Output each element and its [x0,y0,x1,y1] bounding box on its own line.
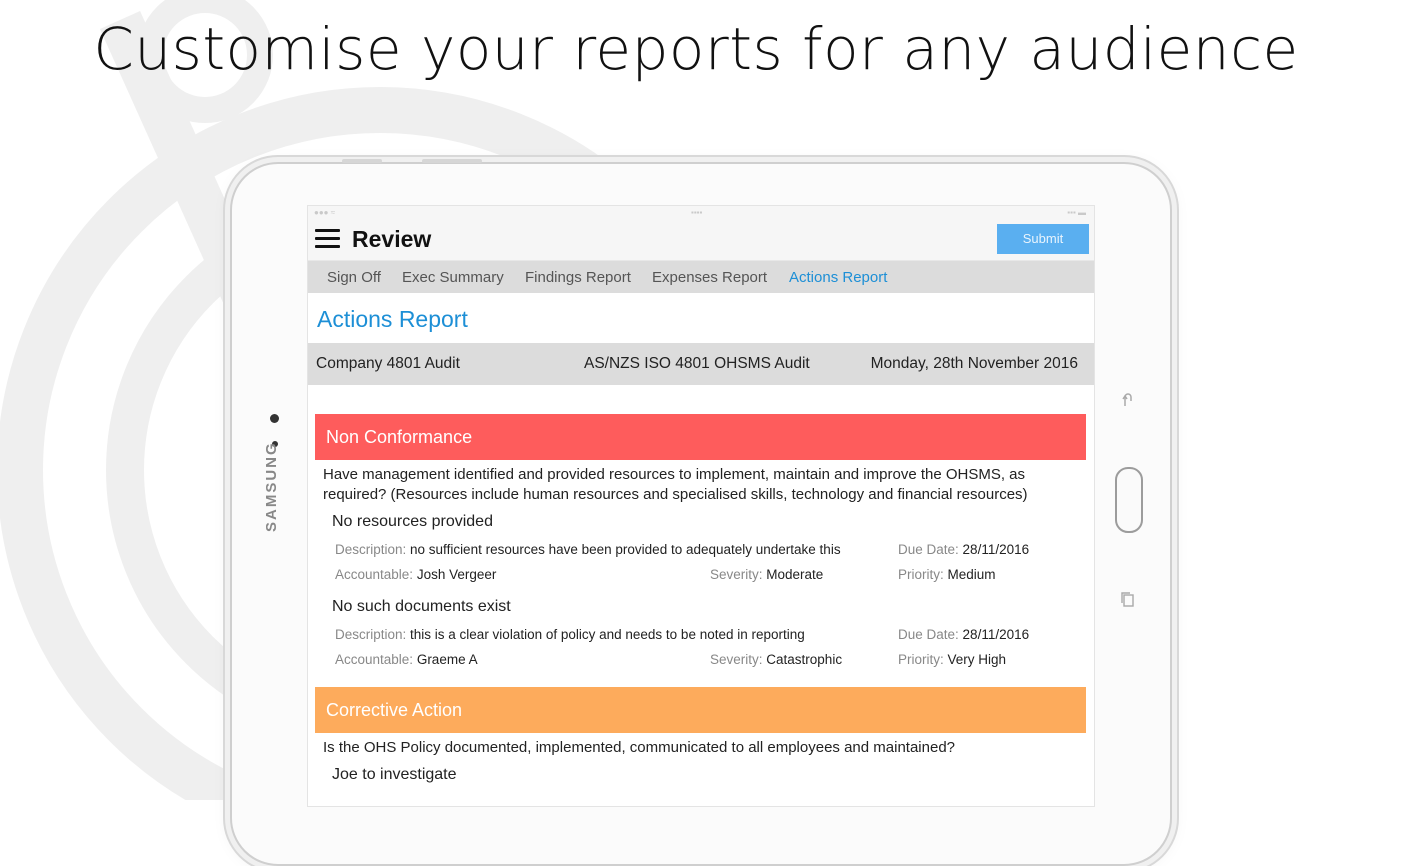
app-screen: ●●● ≈ ▪▪▪▪ ▪▪▪ ▬ Review Submit Sign Off … [307,205,1095,807]
section-heading-corrective-action: Corrective Action [315,687,1086,733]
menu-icon[interactable] [315,229,340,249]
camera-icon [270,414,279,423]
report-title: Actions Report [317,306,468,332]
tab-findings-report[interactable]: Findings Report [525,269,631,286]
report-tabs: Sign Off Exec Summary Findings Report Ex… [308,260,1094,293]
finding-priority: Priority: Very High [898,652,1007,667]
tab-exec-summary[interactable]: Exec Summary [402,269,504,286]
tab-expenses-report[interactable]: Expenses Report [652,269,767,286]
question-text: Is the OHS Policy documented, implemente… [323,739,955,756]
hardware-button [422,159,482,163]
finding-accountable: Accountable: Josh Vergeer [335,567,497,582]
recent-apps-icon[interactable] [1119,590,1137,608]
battery-icon: ▪▪▪ ▬ [1067,208,1086,217]
finding-title: No resources provided [332,513,493,530]
tablet-frame: SAMSUNG ●●● ≈ ▪▪▪▪ ▪▪▪ ▬ Review Submit S… [230,159,1172,866]
finding-title: Joe to investigate [332,766,457,783]
brand-logo: SAMSUNG [263,441,280,532]
question-text: Have management identified and provided … [323,466,1028,503]
audit-name: AS/NZS ISO 4801 OHSMS Audit [584,355,810,372]
finding-description: Description: this is a clear violation o… [335,627,805,642]
hardware-button [342,159,382,163]
app-title: Review [352,226,432,252]
tab-sign-off[interactable]: Sign Off [327,269,381,286]
audit-date: Monday, 28th November 2016 [870,355,1078,372]
back-icon[interactable] [1119,391,1137,409]
finding-priority: Priority: Medium [898,567,996,582]
finding-severity: Severity: Catastrophic [710,652,843,667]
finding-severity: Severity: Moderate [710,567,824,582]
status-clock: ▪▪▪▪ [691,208,703,217]
audit-info-bar: Company 4801 Audit AS/NZS ISO 4801 OHSMS… [308,343,1094,385]
headline: Customise your reports for any audience [93,15,1299,83]
finding-due-date: Due Date: 28/11/2016 [898,627,1030,642]
app-header: Review Submit [308,220,1094,260]
tab-actions-report[interactable]: Actions Report [789,269,887,286]
home-button[interactable] [1115,467,1143,533]
company-name: Company 4801 Audit [316,355,460,372]
section-heading-non-conformance: Non Conformance [315,414,1086,460]
finding-accountable: Accountable: Graeme A [335,652,478,667]
finding-description: Description: no sufficient resources hav… [335,542,841,557]
finding-title: No such documents exist [332,598,511,615]
finding-due-date: Due Date: 28/11/2016 [898,542,1030,557]
status-bar: ●●● ≈ ▪▪▪▪ ▪▪▪ ▬ [308,206,1094,220]
status-icons: ●●● ≈ [314,208,336,217]
submit-button[interactable]: Submit [997,224,1089,254]
